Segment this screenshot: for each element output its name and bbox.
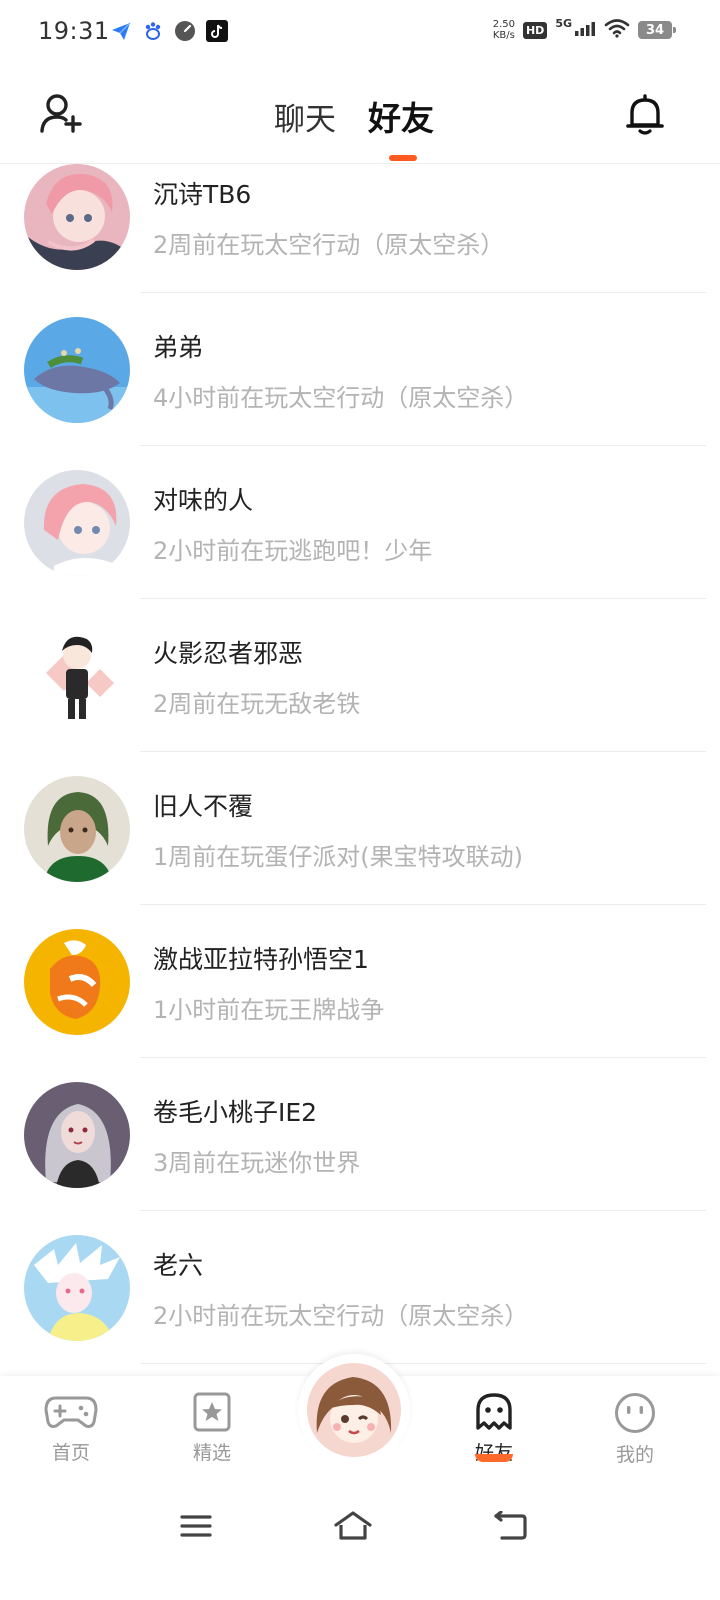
friend-name: 对味的人 [153, 486, 254, 515]
friend-list-item[interactable]: 旧人不覆 1周前在玩蛋仔派对(果宝特攻联动) [0, 776, 720, 929]
bottom-navigation: 首页 精选 好友 我的 [0, 1354, 720, 1486]
friend-list-item[interactable]: 对味的人 2小时前在玩逃跑吧！少年 [0, 470, 720, 623]
system-back-button[interactable] [480, 1506, 540, 1550]
status-bar: 19:31 2.50 KB/s HD 5G 34 [0, 0, 720, 66]
divider [140, 598, 706, 599]
signal-icon [574, 20, 596, 40]
friend-activity: 3周前在玩迷你世界 [153, 1149, 361, 1177]
friend-name: 激战亚拉特孙悟空1 [153, 945, 369, 974]
friend-activity: 4小时前在玩太空行动（原太空杀） [153, 384, 529, 412]
tab-friends[interactable]: 好友 [368, 92, 434, 140]
nav-home[interactable]: 首页 [26, 1392, 116, 1472]
friend-name: 卷毛小桃子IE2 [153, 1098, 318, 1127]
divider [140, 292, 706, 293]
avatar [24, 164, 130, 270]
friend-list-item[interactable]: 弟弟 4小时前在玩太空行动（原太空杀） [0, 317, 720, 470]
battery-indicator: 34 [638, 21, 676, 39]
home-icon [333, 1510, 373, 1546]
network-speed: 2.50 KB/s [492, 19, 515, 41]
avatar [24, 623, 130, 729]
friend-name: 弟弟 [153, 333, 204, 362]
friend-activity: 2小时前在玩逃跑吧！少年 [153, 537, 433, 565]
divider [140, 1363, 706, 1364]
active-nav-indicator [475, 1454, 513, 1462]
friend-list-item[interactable]: 老六 2小时前在玩太空行动（原太空杀） [0, 1235, 720, 1374]
ghost-icon [474, 1392, 514, 1436]
back-icon [492, 1510, 528, 1545]
menu-icon [179, 1512, 213, 1544]
notifications-button[interactable] [620, 92, 670, 140]
nav-mine-label: 我的 [615, 1444, 654, 1466]
status-time: 19:31 [38, 17, 110, 45]
hd-badge: HD [522, 21, 548, 39]
friend-name: 沉诗TB6 [153, 180, 252, 209]
center-avatar [307, 1363, 401, 1457]
avatar [24, 1082, 130, 1188]
divider [140, 1210, 706, 1211]
nav-friends[interactable]: 好友 [449, 1392, 539, 1472]
active-tab-indicator [389, 155, 417, 161]
friend-activity: 2周前在玩太空行动（原太空杀） [153, 231, 505, 259]
baidu-icon [142, 20, 164, 42]
wifi-icon [604, 18, 630, 42]
nav-mine[interactable]: 我的 [590, 1392, 680, 1472]
friend-activity: 1周前在玩蛋仔派对(果宝特攻联动) [153, 843, 523, 871]
star-card-icon [192, 1392, 232, 1436]
system-home-button[interactable] [323, 1506, 383, 1550]
friend-list-item[interactable]: 卷毛小桃子IE2 3周前在玩迷你世界 [0, 1082, 720, 1235]
avatar [24, 929, 130, 1035]
friend-list-item[interactable]: 火影忍者邪恶 2周前在玩无敌老铁 [0, 623, 720, 776]
bell-icon [624, 92, 666, 140]
divider [140, 445, 706, 446]
divider [140, 904, 706, 905]
speedometer-icon [174, 20, 196, 42]
friend-activity: 2小时前在玩太空行动（原太空杀） [153, 1302, 529, 1330]
friend-name: 旧人不覆 [153, 792, 254, 821]
divider [140, 1057, 706, 1058]
divider [140, 751, 706, 752]
avatar [24, 776, 130, 882]
center-profile-button[interactable] [298, 1354, 410, 1466]
top-header: 聊天 好友 [0, 66, 720, 164]
friend-list-item[interactable]: 沉诗TB6 2周前在玩太空行动（原太空杀） [0, 164, 720, 317]
avatar [24, 470, 130, 576]
avatar [24, 1235, 130, 1341]
nav-featured[interactable]: 精选 [167, 1392, 257, 1472]
notification-icons [110, 20, 228, 42]
smiley-face-icon [614, 1392, 656, 1438]
add-user-icon [39, 93, 83, 139]
status-right: 2.50 KB/s HD 5G 34 [492, 16, 676, 42]
friend-name: 火影忍者邪恶 [153, 639, 304, 668]
system-menu-button[interactable] [166, 1506, 226, 1550]
system-navigation-bar [0, 1486, 720, 1600]
friend-activity: 1小时前在玩王牌战争 [153, 996, 385, 1024]
friend-activity: 2周前在玩无敌老铁 [153, 690, 361, 718]
feishu-icon [110, 20, 132, 42]
avatar [24, 317, 130, 423]
nav-featured-label: 精选 [192, 1442, 231, 1464]
friend-name: 老六 [153, 1251, 204, 1280]
network-type: 5G [555, 16, 572, 30]
nav-home-label: 首页 [51, 1442, 90, 1464]
friend-list-item[interactable]: 激战亚拉特孙悟空1 1小时前在玩王牌战争 [0, 929, 720, 1082]
gamepad-icon [44, 1392, 98, 1436]
add-friend-button[interactable] [36, 92, 86, 140]
tab-chat[interactable]: 聊天 [274, 94, 336, 139]
tiktok-icon [206, 20, 228, 42]
friend-list[interactable]: 沉诗TB6 2周前在玩太空行动（原太空杀） 弟弟 4小时前在玩太空行动（原太空杀… [0, 164, 720, 1374]
